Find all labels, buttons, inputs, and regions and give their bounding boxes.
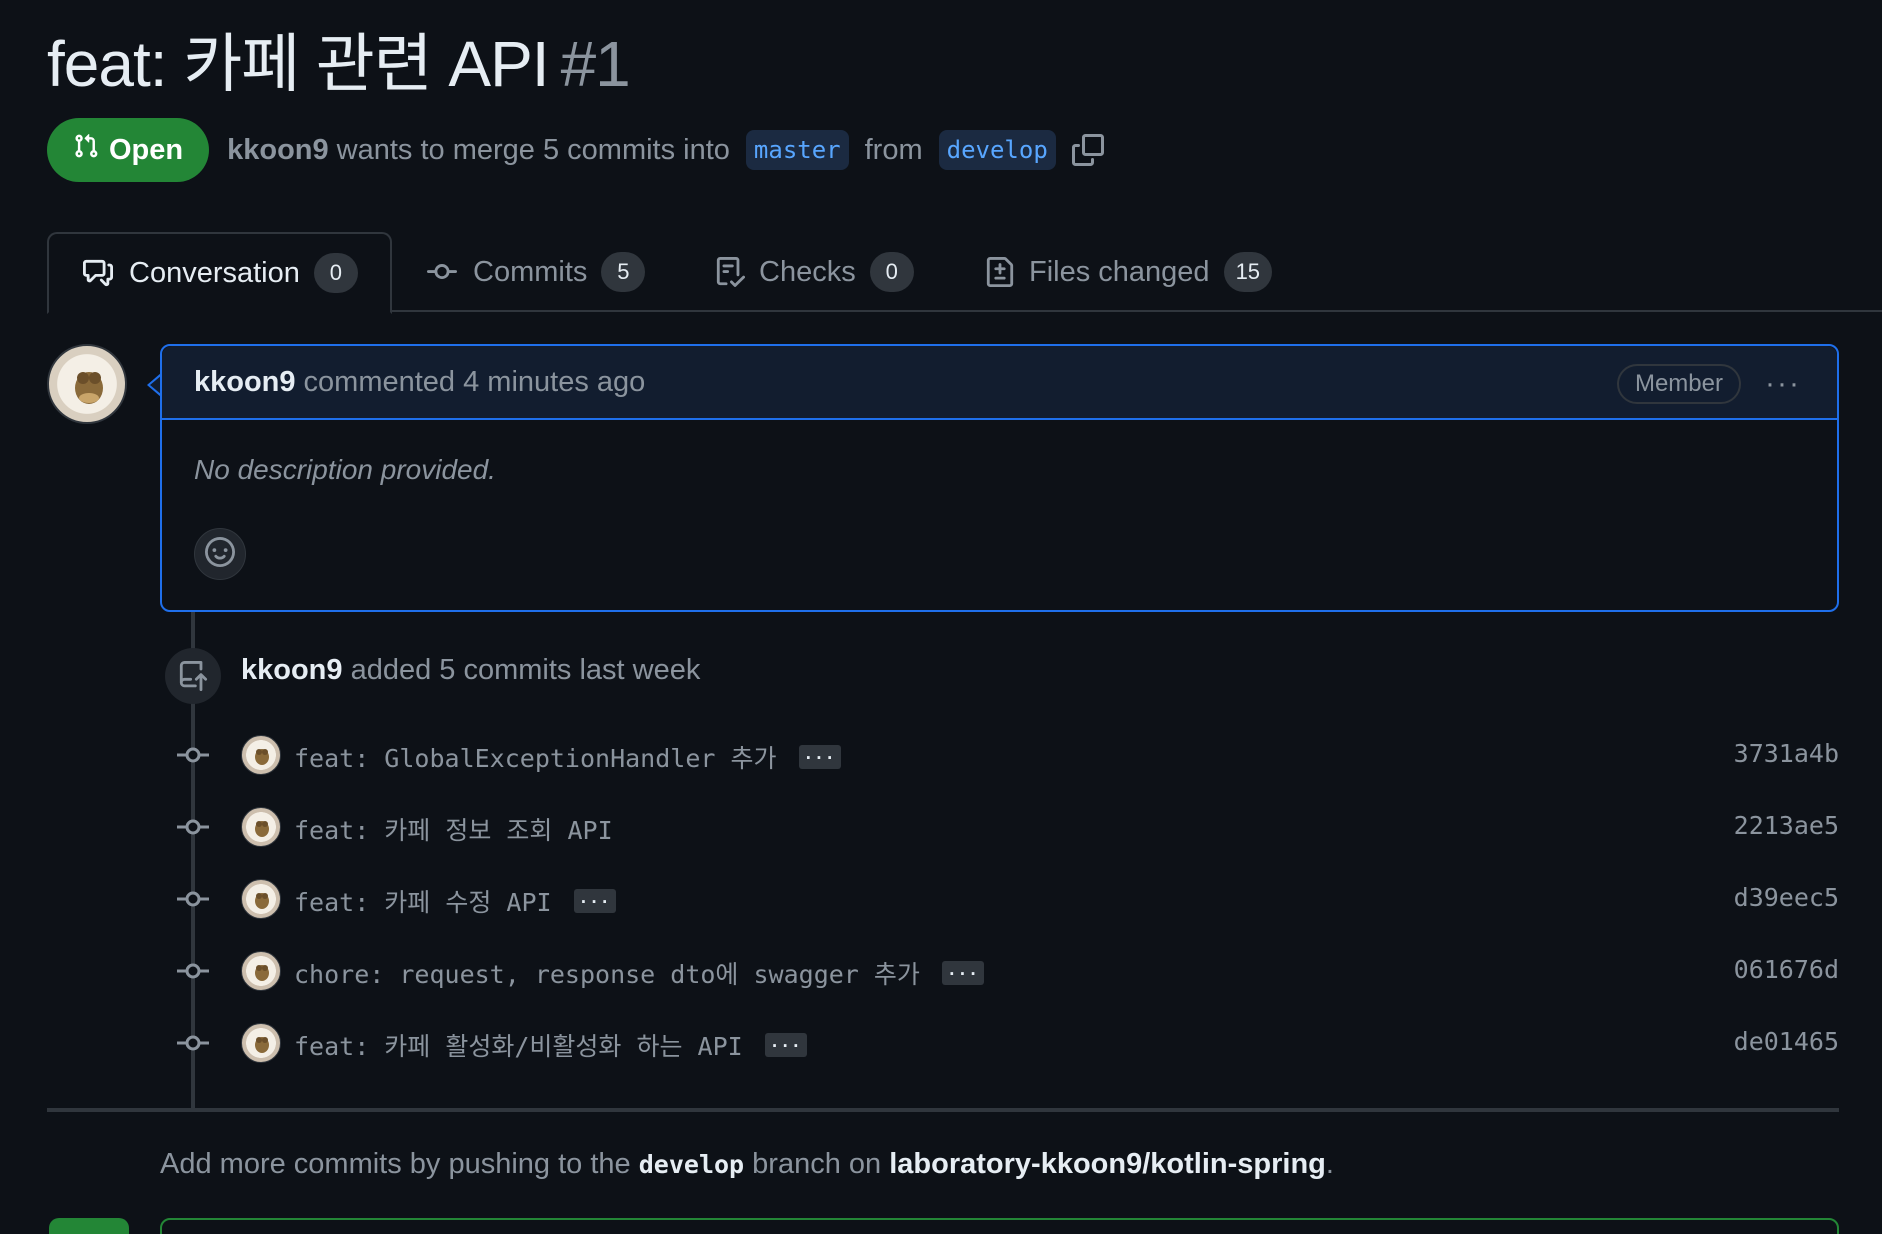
smiley-icon — [205, 536, 235, 572]
merge-summary-text: wants to merge 5 commits into — [336, 133, 730, 166]
tab-count: 5 — [601, 252, 646, 292]
commit-sha[interactable]: d39eec5 — [1734, 883, 1839, 912]
tab-count: 15 — [1223, 252, 1273, 292]
expand-commit-button[interactable]: ··· — [941, 961, 984, 985]
git-commit-icon — [175, 957, 211, 985]
repo-link[interactable]: laboratory-kkoon9/kotlin-spring — [889, 1148, 1326, 1180]
tab-count: 0 — [313, 253, 358, 293]
commit-row: feat: 카페 활성화/비활성화 하는 API ··· de01465 — [0, 1015, 1882, 1071]
git-commit-icon — [175, 813, 211, 841]
push-hint-period: . — [1325, 1148, 1334, 1180]
commit-row: chore: request, response dto에 swagger 추가… — [0, 943, 1882, 999]
commit-sha[interactable]: 3731a4b — [1734, 739, 1839, 768]
git-commit-icon — [175, 885, 211, 913]
kebab-menu-icon[interactable]: ··· — [1765, 364, 1801, 404]
git-commit-icon — [425, 257, 459, 287]
commit-avatar[interactable] — [241, 879, 281, 919]
from-text: from — [864, 133, 923, 166]
commit-message-link[interactable]: chore: request, response dto에 swagger 추가 — [294, 955, 920, 991]
tab-checks[interactable]: Checks 0 — [715, 232, 914, 312]
comment-author[interactable]: kkoon9 — [194, 366, 296, 399]
commit-avatar[interactable] — [241, 807, 281, 847]
repo-push-icon — [165, 648, 221, 704]
comment-body: No description provided. — [194, 454, 496, 485]
push-hint-text: Add more commits by pushing to the — [160, 1148, 631, 1180]
copy-icon[interactable] — [1071, 134, 1104, 166]
tab-label: Checks — [759, 255, 856, 288]
push-description: added 5 commits last week — [350, 654, 701, 686]
commit-sha[interactable]: 2213ae5 — [1734, 811, 1839, 840]
push-hint-branch: develop — [638, 1150, 745, 1179]
commit-row: feat: 카페 정보 조회 API 2213ae5 — [0, 799, 1882, 855]
push-hint-text-mid: branch on — [752, 1148, 882, 1180]
commit-message: feat: 카페 수정 API ··· — [294, 883, 616, 919]
tab-count: 0 — [869, 252, 914, 292]
commit-sha[interactable]: 061676d — [1734, 955, 1839, 984]
git-commit-icon — [175, 741, 211, 769]
commit-avatar[interactable] — [241, 735, 281, 775]
member-badge: Member — [1616, 364, 1741, 404]
merge-box — [160, 1218, 1839, 1234]
expand-commit-button[interactable]: ··· — [798, 745, 841, 769]
merge-summary: kkoon9 wants to merge 5 commits into mas… — [227, 130, 1104, 170]
merge-status-icon — [49, 1218, 129, 1234]
commit-message: feat: GlobalExceptionHandler 추가 ··· — [294, 739, 841, 775]
tab-conversation[interactable]: Conversation 0 — [47, 232, 392, 314]
git-commit-icon — [175, 1029, 211, 1057]
tab-files-changed[interactable]: Files changed 15 — [985, 232, 1273, 312]
comment-discussion-icon — [81, 258, 115, 288]
pull-request-page: feat: 카페 관련 API #1 Open kkoon9 wants to m… — [0, 0, 1882, 1234]
commit-row: feat: GlobalExceptionHandler 추가 ··· 3731… — [0, 727, 1882, 783]
tab-commits[interactable]: Commits 5 — [425, 232, 646, 312]
expand-commit-button[interactable]: ··· — [573, 889, 616, 913]
commit-sha[interactable]: de01465 — [1734, 1027, 1839, 1056]
pr-title: feat: 카페 관련 API — [47, 28, 550, 100]
expand-commit-button[interactable]: ··· — [764, 1033, 807, 1057]
add-reaction-button[interactable] — [194, 528, 246, 580]
head-branch[interactable]: develop — [938, 130, 1056, 170]
status-label: Open — [109, 133, 184, 166]
commit-message: feat: 카페 정보 조회 API — [294, 811, 613, 847]
commit-message-link[interactable]: feat: GlobalExceptionHandler 추가 — [294, 739, 777, 775]
git-pull-request-icon — [73, 132, 99, 168]
commit-message-link[interactable]: feat: 카페 활성화/비활성화 하는 API — [294, 1027, 743, 1063]
tab-label: Files changed — [1029, 255, 1210, 288]
timeline-divider — [47, 1108, 1839, 1112]
commit-row: feat: 카페 수정 API ··· d39eec5 — [0, 871, 1882, 927]
file-diff-icon — [985, 256, 1015, 288]
comment-box: kkoon9 commented 4 minutes ago Member ··… — [160, 344, 1839, 612]
commit-message: chore: request, response dto에 swagger 추가… — [294, 955, 984, 991]
push-author[interactable]: kkoon9 — [241, 654, 343, 686]
commit-avatar[interactable] — [241, 1023, 281, 1063]
status-badge: Open — [47, 118, 210, 182]
tab-label: Commits — [473, 255, 588, 288]
avatar[interactable] — [47, 344, 127, 424]
comment-timestamp[interactable]: commented 4 minutes ago — [304, 366, 646, 399]
tab-label: Conversation — [129, 256, 300, 289]
pr-tabs: Conversation 0 Commits 5 Checks 0 Files … — [47, 232, 1882, 314]
commit-avatar[interactable] — [241, 951, 281, 991]
push-event-text: kkoon9 added 5 commits last week — [241, 654, 700, 687]
commit-message-link[interactable]: feat: 카페 수정 API — [294, 883, 552, 919]
comment-header: kkoon9 commented 4 minutes ago Member ··… — [162, 346, 1837, 420]
push-hint: Add more commits by pushing to the devel… — [160, 1148, 1334, 1181]
commit-message-link[interactable]: feat: 카페 정보 조회 API — [294, 811, 613, 847]
page-title: feat: 카페 관련 API #1 — [47, 22, 631, 106]
base-branch[interactable]: master — [745, 130, 849, 170]
pr-meta: Open kkoon9 wants to merge 5 commits int… — [47, 118, 1104, 182]
author-link[interactable]: kkoon9 — [227, 134, 329, 167]
pr-number: #1 — [560, 28, 631, 100]
commit-message: feat: 카페 활성화/비활성화 하는 API ··· — [294, 1027, 807, 1063]
checklist-icon — [715, 256, 745, 288]
